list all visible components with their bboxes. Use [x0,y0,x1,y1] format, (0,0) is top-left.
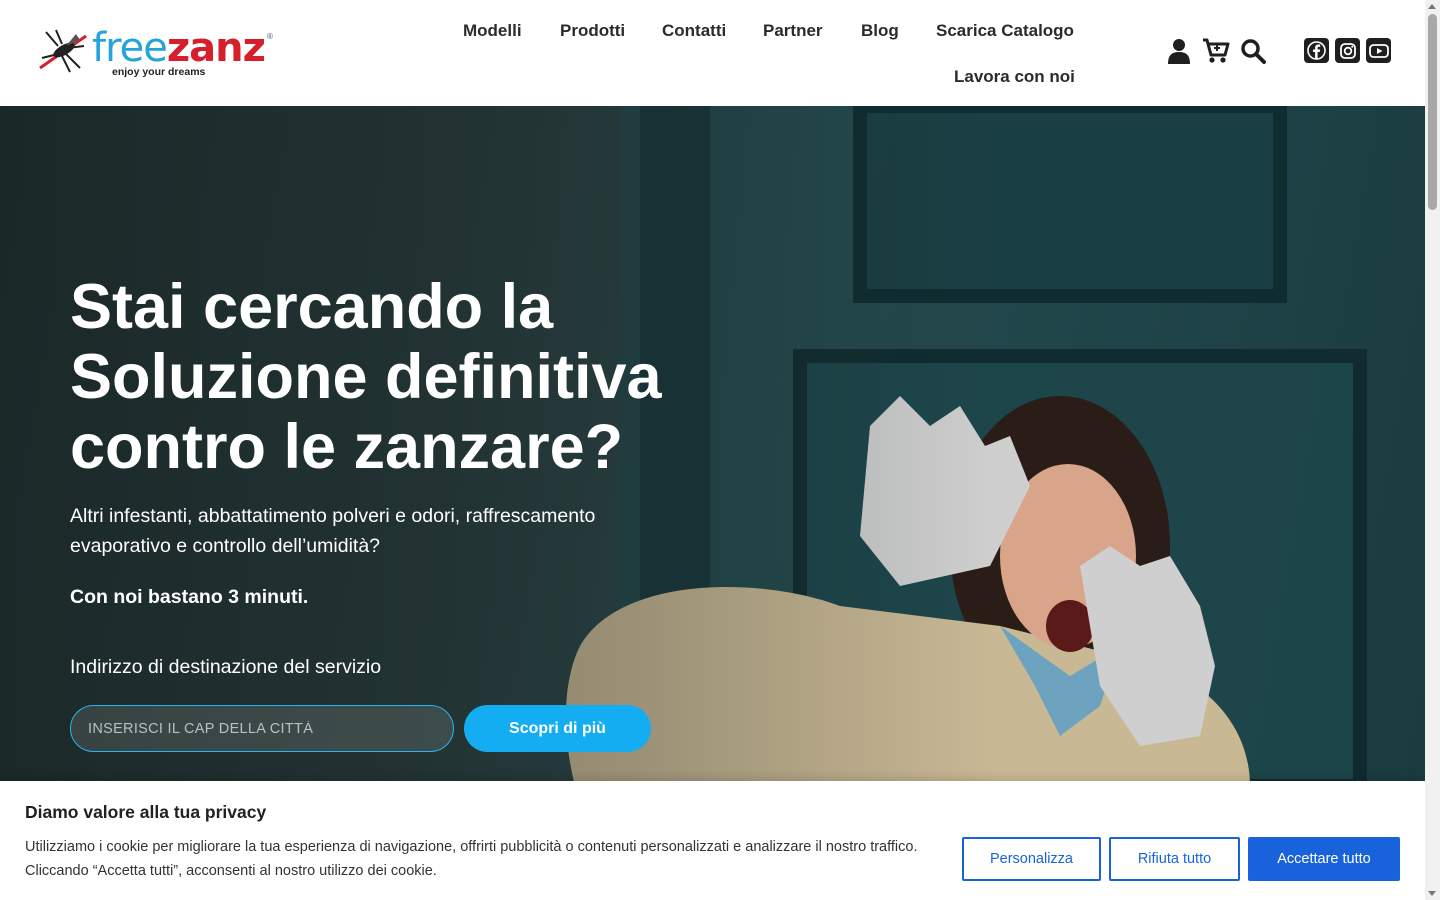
search-icon[interactable] [1239,37,1267,65]
logo-word-free: free [92,25,168,71]
instagram-icon[interactable] [1335,38,1360,63]
hero-strong-text: Con noi bastano 3 minuti. [70,586,309,608]
nav-item-prodotti[interactable]: Prodotti [560,21,625,41]
nav-item-lavora-con-noi[interactable]: Lavora con noi [954,67,1075,87]
nav-item-modelli[interactable]: Modelli [463,21,522,41]
registered-mark: ® [267,32,273,41]
hero-title-line-2: Soluzione definitiva [70,342,662,412]
mosquito-logo-icon [39,29,87,73]
nav-item-scarica-catalogo[interactable]: Scarica Catalogo [936,21,1074,41]
user-icon[interactable] [1165,37,1193,65]
cap-input[interactable] [70,705,454,752]
hero-title: Stai cercando la Soluzione definitiva co… [70,272,710,482]
facebook-icon[interactable] [1304,38,1329,63]
logo-tagline: enjoy your dreams [112,66,206,78]
scopri-di-piu-button[interactable]: Scopri di più [464,705,651,752]
cookie-text: Utilizziamo i cookie per migliorare la t… [25,835,925,883]
cookie-text-line-1: Utilizziamo i cookie per migliorare la t… [25,839,918,855]
cookie-title: Diamo valore alla tua privacy [25,802,267,822]
cart-icon[interactable] [1202,37,1230,65]
youtube-icon[interactable] [1366,38,1391,63]
scroll-up-arrow-icon[interactable] [1428,4,1436,9]
cookie-customize-button[interactable]: Personalizza [962,837,1101,881]
scroll-down-arrow-icon[interactable] [1428,891,1436,896]
site-header: free zanz ® enjoy your dreams Modelli Pro… [0,0,1425,106]
cookie-banner: Diamo valore alla tua privacy Utilizziam… [0,781,1425,900]
scrollbar-thumb[interactable] [1428,14,1437,210]
cap-field-label: Indirizzo di destinazione del servizio [70,656,382,678]
page-scrollbar[interactable] [1425,0,1440,900]
logo-word-zanz: zanz [166,25,266,71]
cookie-accept-button[interactable]: Accettare tutto [1248,837,1400,881]
freezanz-logo[interactable]: free zanz ® enjoy your dreams [36,28,276,80]
nav-item-partner[interactable]: Partner [763,21,823,41]
cookie-text-line-2: Cliccando “Accetta tutti”, acconsenti al… [25,863,437,879]
hero-title-line-3: contro le zanzare? [70,412,624,482]
cookie-reject-button[interactable]: Rifiuta tutto [1109,837,1240,881]
nav-item-blog[interactable]: Blog [861,21,899,41]
nav-item-contatti[interactable]: Contatti [662,21,726,41]
hero-subtitle: Altri infestanti, abbattatimento polveri… [70,505,596,557]
hero-title-line-1: Stai cercando la [70,272,554,342]
hero-section: Stai cercando la Soluzione definitiva co… [0,106,1425,786]
